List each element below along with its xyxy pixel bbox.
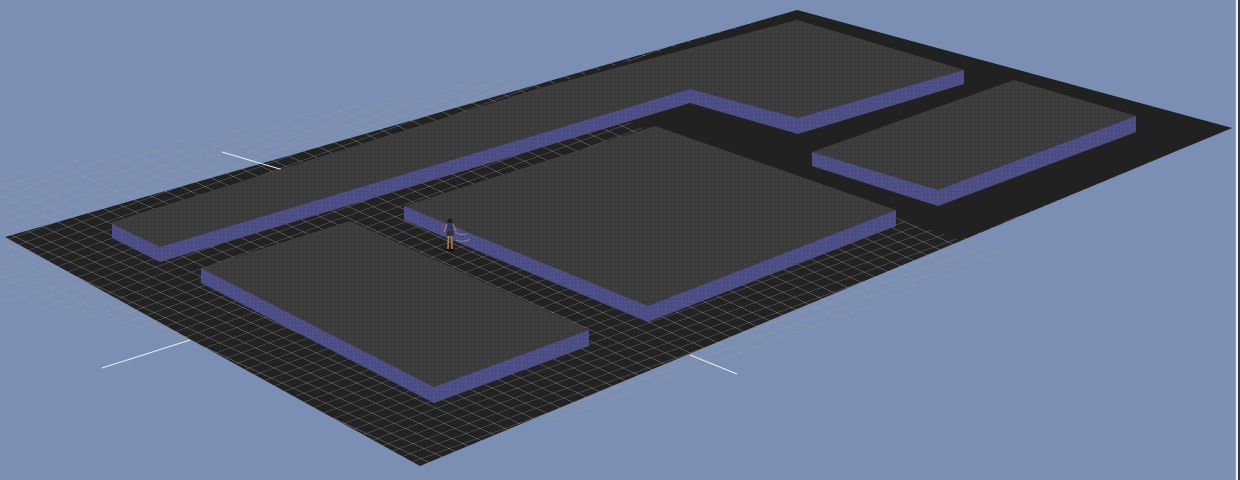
viewport-border xyxy=(1235,0,1240,480)
scene-canvas[interactable] xyxy=(0,0,1240,480)
3d-viewport[interactable] xyxy=(0,0,1240,480)
